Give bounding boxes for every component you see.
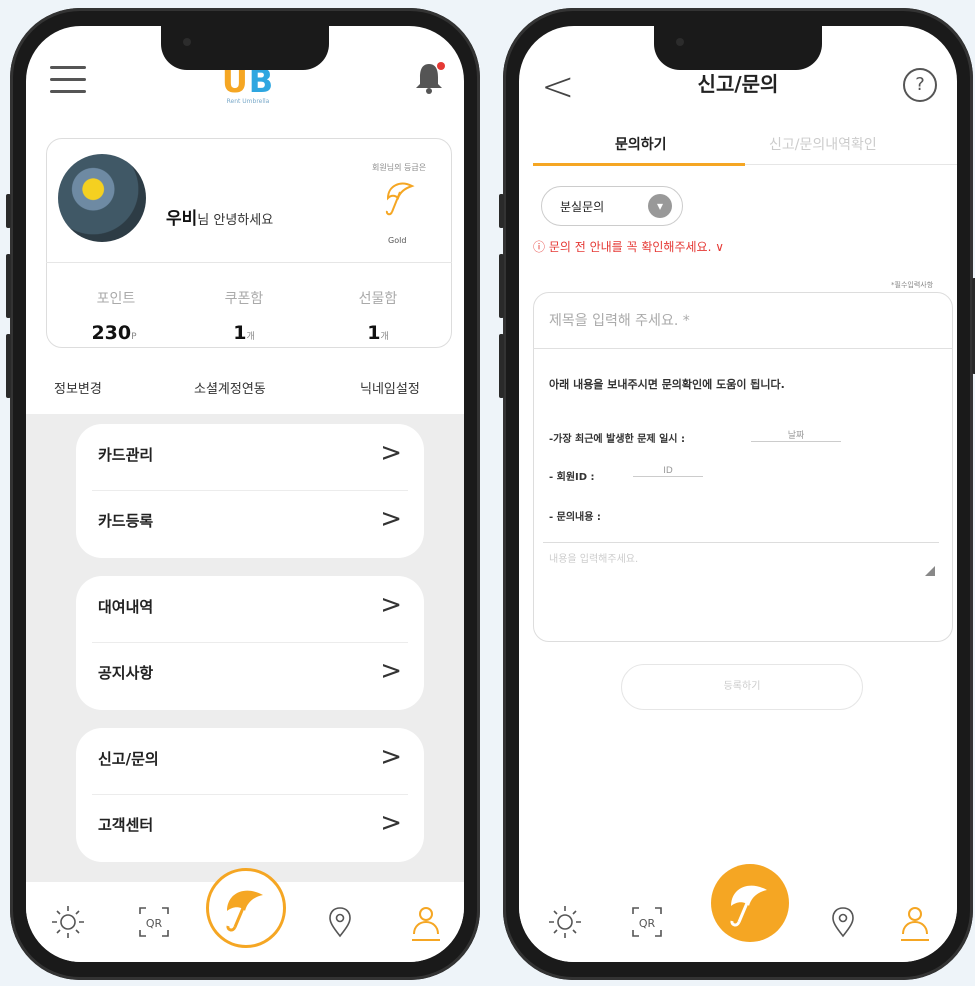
- member-id-input[interactable]: ID: [633, 466, 703, 477]
- chevron-right-icon: >: [380, 438, 402, 468]
- svg-text:QR: QR: [639, 917, 656, 930]
- inquiry-type-select[interactable]: 분실문의 ▾: [541, 186, 683, 226]
- sun-icon[interactable]: [545, 902, 585, 942]
- qr-icon[interactable]: QR: [134, 902, 174, 942]
- chevron-right-icon: >: [380, 808, 402, 838]
- member-id-label: - 회원ID :: [549, 472, 595, 483]
- nickname-link[interactable]: 닉네임설정: [360, 378, 420, 397]
- menu-item-report[interactable]: 신고/문의 >: [98, 728, 406, 792]
- chevron-down-icon: ▾: [648, 194, 672, 218]
- location-pin-icon[interactable]: [320, 902, 360, 942]
- grade-label: 회원님의 등급은: [372, 163, 427, 172]
- points-value[interactable]: 230P: [74, 322, 154, 344]
- chevron-right-icon: >: [380, 590, 402, 620]
- menu-group-history: 대여내역 > 공지사항 >: [76, 576, 424, 710]
- person-icon[interactable]: [406, 902, 446, 942]
- edit-info-link[interactable]: 정보변경: [54, 378, 102, 397]
- resize-handle-icon[interactable]: [925, 566, 935, 576]
- form-guide: 아래 내용을 보내주시면 문의확인에 도움이 됩니다.: [549, 378, 785, 391]
- notch: [161, 26, 329, 70]
- coupon-label: 쿠폰함: [224, 291, 264, 307]
- chevron-right-icon: >: [380, 656, 402, 686]
- location-pin-icon[interactable]: [823, 902, 863, 942]
- coupon-value[interactable]: 1개: [204, 322, 284, 344]
- menu-item-customer-center[interactable]: 고객센터 >: [98, 794, 406, 858]
- divider: [46, 262, 452, 263]
- phone-frame-left: UB Rent Umbrella 우비님 안녕하세요 회원님의 등급은 Gold: [6, 8, 480, 980]
- menu-item-rental-history[interactable]: 대여내역 >: [98, 576, 406, 640]
- menu-group-support: 신고/문의 > 고객센터 >: [76, 728, 424, 862]
- tab-active-indicator: [533, 163, 745, 166]
- person-icon[interactable]: [895, 902, 935, 942]
- tab-history[interactable]: 신고/문의내역확인: [769, 134, 877, 154]
- date-label: -가장 최근에 발생한 문제 일시 :: [549, 434, 685, 445]
- gift-value[interactable]: 1개: [338, 322, 418, 344]
- social-link[interactable]: 소셜계정연동: [194, 378, 266, 397]
- greeting: 우비님 안녕하세요: [166, 209, 274, 229]
- grade-name: Gold: [388, 236, 407, 245]
- umbrella-icon: [380, 176, 420, 220]
- svg-text:QR: QR: [146, 917, 163, 930]
- gift-label: 선물함: [358, 291, 398, 307]
- inquiry-form: [533, 292, 953, 642]
- content-textarea[interactable]: 내용을 입력해주세요.: [549, 550, 638, 565]
- content-label: - 문의내용 :: [549, 512, 601, 523]
- menu-item-card-register[interactable]: 카드등록 >: [98, 490, 406, 554]
- app-logo: UB Rent Umbrella: [221, 62, 275, 105]
- chevron-right-icon: >: [380, 504, 402, 534]
- date-input[interactable]: 날짜: [751, 428, 841, 442]
- menu-item-card-manage[interactable]: 카드관리 >: [98, 424, 406, 488]
- help-icon[interactable]: ?: [903, 68, 937, 102]
- menu-item-notices[interactable]: 공지사항 >: [98, 642, 406, 706]
- chevron-right-icon: >: [380, 742, 402, 772]
- avatar: [58, 154, 146, 242]
- bell-icon[interactable]: [412, 60, 446, 96]
- rent-umbrella-button[interactable]: [711, 864, 789, 942]
- divider: [533, 348, 953, 349]
- sun-icon[interactable]: [48, 902, 88, 942]
- divider: [543, 542, 939, 543]
- qr-icon[interactable]: QR: [627, 902, 667, 942]
- screen-my-page: UB Rent Umbrella 우비님 안녕하세요 회원님의 등급은 Gold: [26, 26, 464, 962]
- phone-frame-right: < 신고/문의 ? 문의하기 신고/문의내역확인 분실문의 ▾ ⓘ 문의 전 안…: [499, 8, 975, 980]
- rent-umbrella-button[interactable]: [206, 868, 286, 948]
- screen-report-inquiry: < 신고/문의 ? 문의하기 신고/문의내역확인 분실문의 ▾ ⓘ 문의 전 안…: [519, 26, 957, 962]
- menu-group-cards: 카드관리 > 카드등록 >: [76, 424, 424, 558]
- subject-input[interactable]: 제목을 입력해 주세요. *: [549, 310, 690, 330]
- notch: [654, 26, 822, 70]
- tab-inquiry[interactable]: 문의하기: [615, 134, 667, 154]
- menu-icon[interactable]: [50, 66, 86, 94]
- points-label: 포인트: [96, 291, 136, 307]
- page-title: 신고/문의: [697, 72, 779, 96]
- required-note: *필수입력사항: [891, 281, 934, 289]
- notice-link[interactable]: ⓘ 문의 전 안내를 꼭 확인해주세요. ∨: [533, 238, 724, 255]
- submit-button[interactable]: 등록하기: [621, 664, 863, 710]
